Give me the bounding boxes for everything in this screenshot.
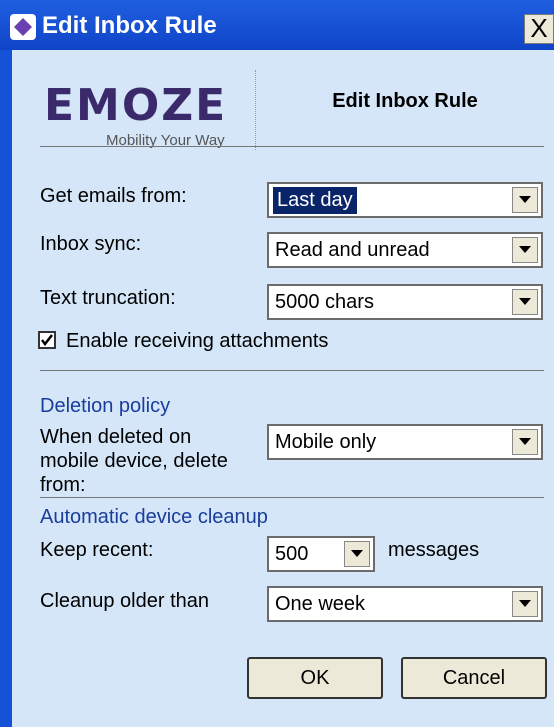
keep-recent-label: Keep recent:	[40, 539, 154, 561]
header-separator	[40, 146, 544, 147]
chevron-down-icon[interactable]	[512, 591, 538, 617]
text-truncation-select[interactable]: 5000 chars	[267, 284, 543, 320]
emoze-logo: EMOZE Mobility Your Way	[34, 80, 234, 160]
separator	[40, 370, 544, 371]
keep-recent-suffix: messages	[388, 539, 480, 561]
deletion-label-line1: When deleted on	[40, 426, 192, 448]
get-emails-from-label: Get emails from:	[40, 185, 187, 207]
inbox-sync-value: Read and unread	[275, 239, 430, 261]
separator	[40, 497, 544, 498]
keep-recent-select[interactable]: 500	[267, 536, 375, 572]
deletion-policy-heading: Deletion policy	[40, 395, 171, 417]
cleanup-older-label: Cleanup older than	[40, 590, 210, 612]
get-emails-from-select[interactable]: Last day	[267, 182, 543, 218]
inbox-sync-select[interactable]: Read and unread	[267, 232, 543, 268]
chevron-down-icon[interactable]	[512, 237, 538, 263]
text-truncation-label: Text truncation:	[40, 287, 176, 309]
keep-recent-value: 500	[275, 543, 309, 565]
close-icon[interactable]: X	[524, 14, 554, 44]
window-title: Edit Inbox Rule	[42, 12, 217, 39]
window-frame	[0, 50, 12, 727]
cleanup-heading: Automatic device cleanup	[40, 506, 268, 528]
app-icon	[10, 14, 36, 40]
deletion-label-line3: from:	[40, 474, 86, 496]
ok-button[interactable]: OK	[247, 657, 383, 699]
chevron-down-icon[interactable]	[512, 187, 538, 213]
window-titlebar: Edit Inbox Rule X	[0, 0, 554, 50]
dialog-body: EMOZE Mobility Your Way Edit Inbox Rule …	[12, 50, 554, 727]
chevron-down-icon[interactable]	[512, 429, 538, 455]
cancel-button[interactable]: Cancel	[401, 657, 547, 699]
deletion-label-line2: mobile device, delete	[40, 450, 228, 472]
inbox-sync-label: Inbox sync:	[40, 233, 142, 255]
cleanup-older-select[interactable]: One week	[267, 586, 543, 622]
header-divider	[255, 70, 257, 150]
chevron-down-icon[interactable]	[344, 541, 370, 567]
cleanup-older-value: One week	[275, 593, 366, 615]
attachments-label[interactable]: Enable receiving attachments	[66, 330, 328, 353]
attachments-checkbox[interactable]	[38, 331, 56, 349]
page-title: Edit Inbox Rule	[332, 90, 478, 112]
deletion-policy-select[interactable]: Mobile only	[267, 424, 543, 460]
get-emails-from-value: Last day	[273, 187, 357, 214]
chevron-down-icon[interactable]	[512, 289, 538, 315]
deletion-policy-value: Mobile only	[275, 431, 377, 453]
text-truncation-value: 5000 chars	[275, 291, 374, 313]
logo-wordmark: EMOZE	[44, 80, 228, 131]
